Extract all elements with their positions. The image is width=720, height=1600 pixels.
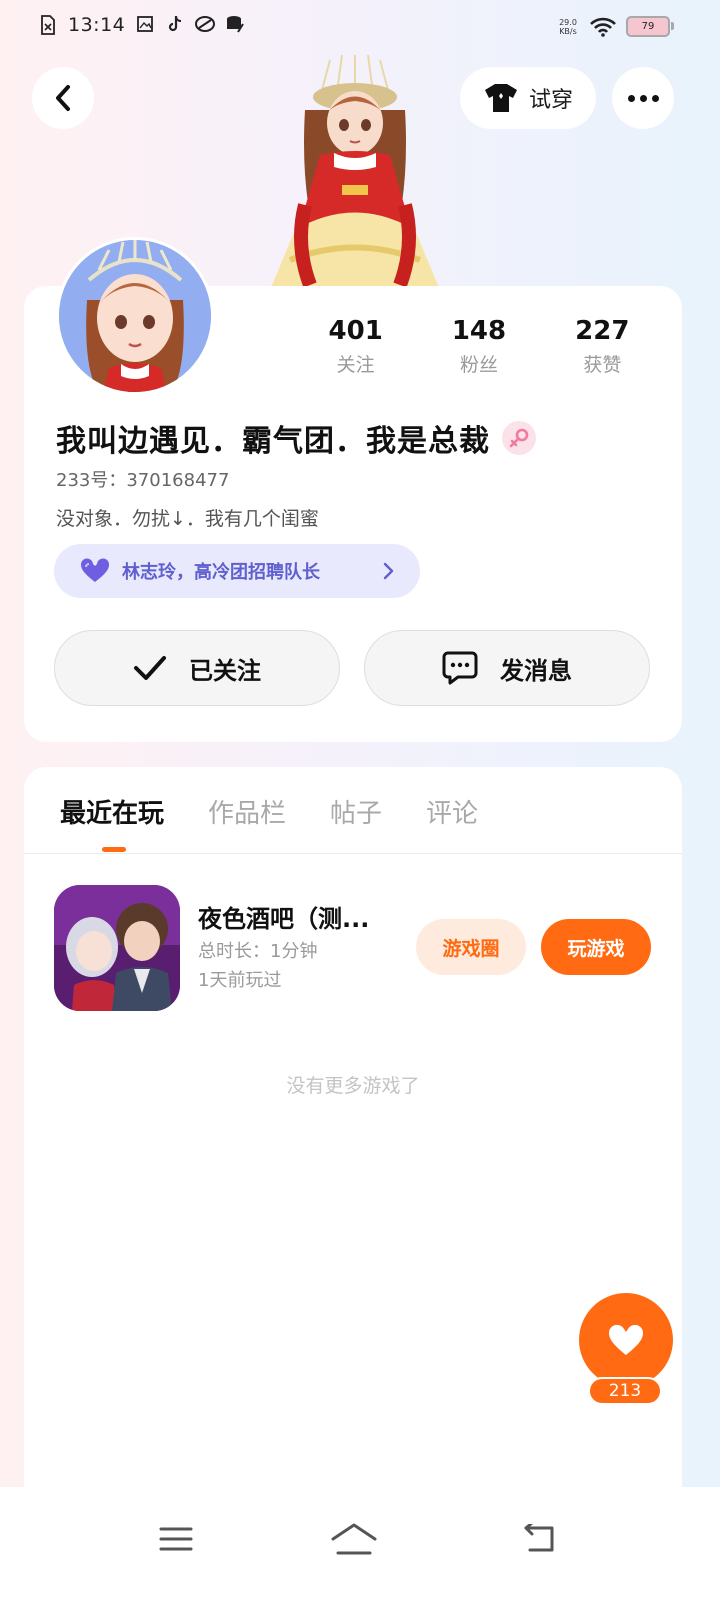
avatar-image	[59, 240, 211, 392]
app-icon	[195, 15, 216, 35]
nickname-row: 我叫边遇见．霸气团．我是总裁	[56, 416, 536, 460]
storage-icon	[225, 15, 245, 35]
tab-posts[interactable]: 帖子	[330, 793, 382, 830]
status-left: 13:14	[38, 14, 245, 36]
try-on-label: 试穿	[528, 88, 573, 113]
home-button[interactable]	[324, 1509, 384, 1569]
status-time: 13:14	[68, 14, 126, 36]
tab-bar: 最近在玩 作品栏 帖子 评论	[60, 793, 478, 830]
tab-recent[interactable]: 最近在玩	[60, 793, 164, 830]
follow-label: 已关注	[189, 656, 261, 685]
game-row[interactable]: 夜色酒吧（测... 总时长：1分钟 1天前玩过 游戏圈 玩游戏	[54, 885, 654, 1011]
like-count: 213	[588, 1377, 662, 1405]
chevron-right-icon	[383, 562, 394, 580]
stat-value: 401	[328, 316, 383, 346]
more-dot-icon	[651, 94, 659, 102]
stats-row: 401 关注 148 粉丝 227 获赞	[294, 316, 664, 377]
return-icon	[524, 1524, 554, 1552]
status-right: 29.0 KB/s 79	[556, 16, 674, 37]
stat-following[interactable]: 401 关注	[294, 316, 417, 377]
game-title: 夜色酒吧（测...	[198, 905, 370, 933]
bio: 没对象．勿扰↓．我有几个闺蜜	[56, 508, 319, 530]
status-bar: 13:14 29.0 KB/s 79	[0, 0, 720, 56]
battery-icon: 79	[626, 16, 674, 37]
follow-button[interactable]: 已关注	[54, 630, 340, 706]
heart-icon	[608, 1324, 644, 1355]
tab-comments[interactable]: 评论	[426, 793, 478, 830]
try-on-button[interactable]: 试穿	[460, 67, 596, 129]
user-id: 233号：370168477	[56, 470, 230, 491]
stat-followers[interactable]: 148 粉丝	[417, 316, 540, 377]
system-nav-bar	[0, 1487, 720, 1600]
female-icon	[502, 421, 536, 455]
group-badge[interactable]: 林志玲，高冷团招聘队长	[54, 544, 420, 598]
message-label: 发消息	[500, 656, 572, 685]
games-card: 最近在玩 作品栏 帖子 评论 夜色酒吧（测... 总时长：1分钟 1天前玩过 游…	[24, 767, 682, 1507]
tab-works[interactable]: 作品栏	[208, 793, 286, 830]
stat-likes[interactable]: 227 获赞	[541, 316, 664, 377]
nickname: 我叫边遇见．霸气团．我是总裁	[56, 424, 490, 459]
chevron-left-icon	[56, 85, 70, 111]
back-nav-button[interactable]	[508, 1509, 568, 1569]
home-icon	[331, 1523, 377, 1555]
avatar-character[interactable]	[250, 55, 460, 290]
menu-button[interactable]	[146, 1509, 206, 1569]
gallery-icon	[135, 15, 155, 35]
avatar[interactable]	[56, 237, 214, 395]
tiktok-icon	[165, 15, 185, 35]
check-icon	[134, 656, 166, 680]
net-speed-value: 29.0	[559, 17, 577, 27]
game-icon[interactable]	[54, 885, 180, 1011]
message-button[interactable]: 发消息	[364, 630, 650, 706]
stat-label: 粉丝	[459, 354, 498, 376]
heart-icon	[80, 558, 110, 582]
stat-value: 227	[575, 316, 630, 346]
stat-label: 关注	[336, 354, 375, 376]
like-button[interactable]	[579, 1293, 673, 1387]
more-dot-icon	[627, 94, 635, 102]
wifi-icon	[590, 17, 616, 37]
tab-indicator	[102, 847, 126, 852]
more-button[interactable]	[612, 67, 674, 129]
game-last-played: 1天前玩过	[198, 970, 282, 991]
net-speed-unit: KB/s	[559, 26, 577, 36]
game-circle-button[interactable]: 游戏圈	[416, 919, 526, 975]
tabs-divider	[24, 853, 682, 854]
game-artwork	[54, 885, 180, 1011]
group-badge-label: 林志玲，高冷团招聘队长	[122, 562, 320, 583]
stat-label: 获赞	[583, 354, 622, 376]
back-button[interactable]	[32, 67, 94, 129]
net-speed: 29.0 KB/s	[556, 18, 580, 36]
game-duration: 总时长：1分钟	[198, 941, 318, 962]
message-icon	[442, 651, 478, 685]
more-dot-icon	[639, 94, 647, 102]
no-more-games: 没有更多游戏了	[286, 1075, 420, 1097]
sim-icon	[38, 15, 58, 35]
menu-icon	[159, 1527, 193, 1551]
play-game-button[interactable]: 玩游戏	[541, 919, 651, 975]
stat-value: 148	[451, 316, 507, 346]
tshirt-icon	[484, 84, 517, 112]
